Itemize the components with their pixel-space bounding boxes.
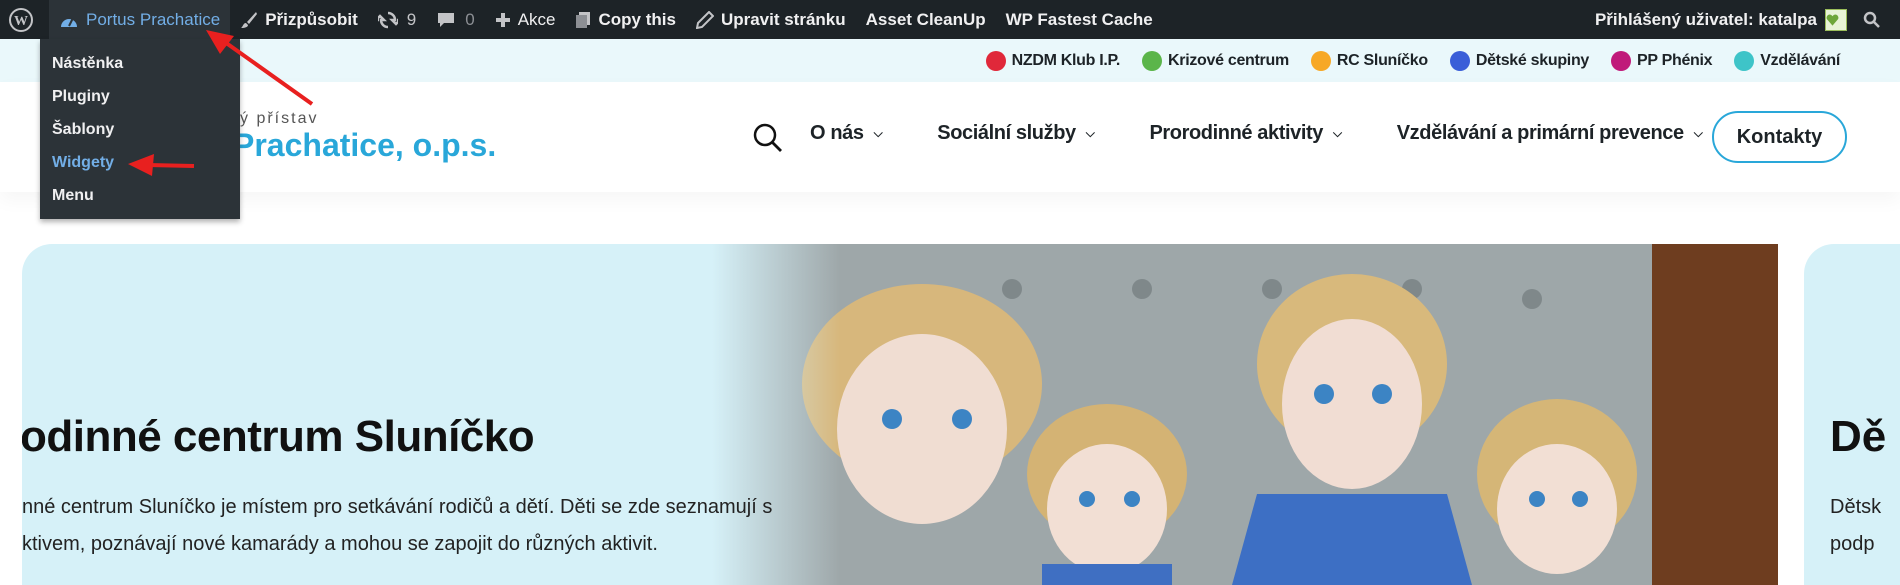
link-label: Vzdělávání xyxy=(1760,51,1840,69)
link-vzdelavani[interactable]: Vzdělávání xyxy=(1734,50,1840,71)
nav-item-o-nas[interactable]: O nás ⌵ xyxy=(810,122,883,145)
hero-photo xyxy=(712,244,1778,585)
nzdm-logo-icon xyxy=(985,50,1006,71)
annotation-arrow-site-name xyxy=(206,30,314,106)
dashboard-gauge-icon xyxy=(61,17,77,27)
chevron-down-icon: ⌵ xyxy=(1333,126,1342,140)
link-nzdm-klub[interactable]: NZDM Klub I.P. xyxy=(985,50,1121,71)
nav-label: O nás xyxy=(810,122,864,144)
main-nav: O nás ⌵ Sociální služby ⌵ Prorodinné aktiv… xyxy=(810,122,1757,145)
wp-fastest-cache-button[interactable]: WP Fastest Cache xyxy=(996,0,1163,39)
admin-search-button[interactable] xyxy=(1857,0,1900,39)
vzdelavani-logo-icon xyxy=(1734,50,1755,71)
link-label: RC Sluníčko xyxy=(1336,51,1428,69)
new-content-button[interactable]: Akce xyxy=(485,0,566,39)
detske-skupiny-logo-icon xyxy=(1449,50,1470,71)
new-content-label: Akce xyxy=(517,9,556,29)
updates-button[interactable]: 9 xyxy=(368,0,426,39)
chevron-down-icon: ⌵ xyxy=(873,126,883,140)
nav-item-prorodinne-aktivity[interactable]: Prorodinné aktivity ⌵ xyxy=(1149,122,1342,145)
dolls-on-armchair-image xyxy=(712,244,1778,585)
link-detske-skupiny[interactable]: Dětské skupiny xyxy=(1449,50,1590,71)
nav-label: Sociální služby xyxy=(937,122,1076,144)
site-search-button[interactable] xyxy=(752,122,784,159)
updates-icon xyxy=(377,11,398,28)
pencil-icon xyxy=(695,10,714,29)
nav-label: Vzdělávání a primární prevence xyxy=(1396,122,1684,144)
edit-page-button[interactable]: Upravit stránku xyxy=(686,0,856,39)
link-pp-phenix[interactable]: PP Phénix xyxy=(1611,50,1713,71)
hero-description-line: ktivem, poznávají nové kamarády a mohou … xyxy=(22,533,658,555)
chevron-down-icon: ⌵ xyxy=(1085,126,1095,140)
menu-item-menus[interactable]: Menu xyxy=(40,179,240,212)
comments-count: 0 xyxy=(465,9,475,29)
contact-button[interactable]: Kontakty xyxy=(1712,111,1847,163)
sun-logo-icon xyxy=(1310,50,1331,71)
updates-count: 9 xyxy=(406,9,417,29)
paintbrush-icon xyxy=(241,11,258,28)
customize-label: Přizpůsobit xyxy=(265,9,358,29)
plus-icon xyxy=(495,12,510,27)
edit-page-label: Upravit stránku xyxy=(720,9,846,29)
nav-label: Prorodinné aktivity xyxy=(1149,122,1324,144)
copy-icon xyxy=(576,11,591,28)
link-rc-slunicko[interactable]: RC Sluníčko xyxy=(1310,50,1428,71)
hero-title: odinné centrum Sluníčko xyxy=(22,412,535,461)
hero-description: nné centrum Sluníčko je místem pro setká… xyxy=(22,489,773,563)
annotation-arrow-widgets xyxy=(128,154,195,176)
next-slide-description: Dětsk podp xyxy=(1830,489,1881,563)
comments-button[interactable]: 0 xyxy=(426,0,484,39)
avatar-heart-icon xyxy=(1826,14,1839,26)
next-hero-slide[interactable]: Dě Dětsk podp xyxy=(1804,244,1900,585)
link-krizove-centrum[interactable]: Krizové centrum xyxy=(1142,50,1289,71)
link-label: Krizové centrum xyxy=(1168,51,1289,69)
wordpress-logo-button[interactable]: W xyxy=(0,0,49,39)
hero-description-line: nné centrum Sluníčko je místem pro setká… xyxy=(22,496,773,518)
copy-this-button[interactable]: Copy this xyxy=(565,0,685,39)
search-icon xyxy=(1863,11,1880,28)
krizove-centrum-logo-icon xyxy=(1142,50,1163,71)
logo-tagline: ý přístav xyxy=(240,110,319,127)
next-slide-line: podp xyxy=(1830,533,1875,555)
logo-text[interactable]: Prachatice, o.p.s. xyxy=(233,127,496,164)
nav-item-vzdelavani-prevence[interactable]: Vzdělávání a primární prevence ⌵ xyxy=(1397,122,1703,145)
next-slide-title: Dě xyxy=(1830,412,1887,461)
svg-text:W: W xyxy=(14,14,28,29)
copy-this-label: Copy this xyxy=(598,9,676,29)
nav-item-socialni-sluzby[interactable]: Sociální služby ⌵ xyxy=(937,122,1095,145)
avatar xyxy=(1825,8,1847,31)
link-label: Dětské skupiny xyxy=(1475,51,1590,69)
asset-cleanup-button[interactable]: Asset CleanUp xyxy=(856,0,996,39)
next-slide-line: Dětsk xyxy=(1830,496,1882,518)
comment-icon xyxy=(438,12,455,27)
hero-slide: odinné centrum Sluníčko nné centrum Slun… xyxy=(22,244,1778,585)
phenix-logo-icon xyxy=(1611,50,1632,71)
search-icon xyxy=(753,123,782,152)
wp-fastest-cache-label: WP Fastest Cache xyxy=(1005,9,1153,29)
asset-cleanup-label: Asset CleanUp xyxy=(865,9,986,29)
link-label: PP Phénix xyxy=(1637,51,1713,69)
site-name-label: Portus Prachatice xyxy=(86,9,221,29)
menu-item-themes[interactable]: Šablony xyxy=(40,113,240,146)
wordpress-icon: W xyxy=(9,7,33,32)
chevron-down-icon: ⌵ xyxy=(1693,126,1703,140)
logged-in-user-label: Přihlášený uživatel: katalpa xyxy=(1594,9,1817,29)
account-menu[interactable]: Přihlášený uživatel: katalpa xyxy=(1585,0,1857,39)
link-label: NZDM Klub I.P. xyxy=(1011,51,1121,69)
